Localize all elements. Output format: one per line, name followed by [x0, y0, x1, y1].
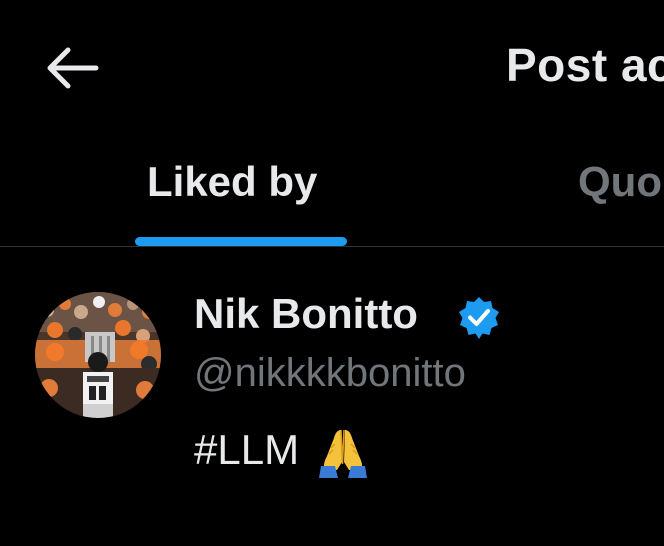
folded-hands-icon: [319, 429, 368, 478]
page-title: Post ac: [506, 39, 664, 91]
tab-liked-by[interactable]: Liked by: [135, 130, 347, 246]
user-bio: #LLM: [194, 422, 371, 478]
top-bar: Post ac: [0, 0, 664, 130]
arrow-left-icon: [47, 47, 99, 89]
back-button[interactable]: [40, 38, 104, 98]
tab-quotes[interactable]: Quo: [570, 130, 664, 246]
user-display-name[interactable]: Nik Bonitto: [194, 290, 418, 338]
tab-bar: Liked by Quo: [0, 130, 664, 247]
user-handle: @nikkkkbonitto: [194, 351, 466, 395]
user-list-item[interactable]: Nik Bonitto @nikkkkbonitto #LLM: [0, 247, 664, 497]
avatar[interactable]: [35, 292, 161, 418]
tab-quotes-label: Quo: [578, 158, 662, 205]
user-bio-text: #LLM: [194, 426, 300, 473]
active-tab-indicator: [135, 237, 347, 246]
tab-liked-by-label: Liked by: [147, 158, 318, 205]
verified-badge-icon: [459, 297, 499, 339]
